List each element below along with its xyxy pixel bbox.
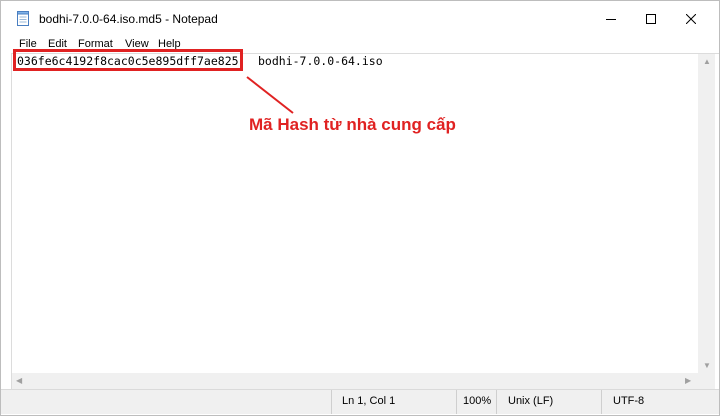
status-encoding-segment: UTF-8 (601, 390, 712, 414)
close-button[interactable] (671, 1, 711, 37)
status-position: Ln 1, Col 1 (342, 395, 396, 407)
title-bar[interactable]: bodhi-7.0.0-64.iso.md5 - Notepad (1, 1, 719, 37)
maximize-button[interactable] (631, 1, 671, 37)
notepad-icon (17, 11, 29, 26)
maximize-icon (646, 14, 656, 24)
file-name: bodhi-7.0.0-64.iso (258, 54, 383, 68)
status-position-segment: Ln 1, Col 1 (331, 390, 457, 414)
text-editor[interactable] (11, 53, 719, 389)
hash-highlight-box (13, 49, 243, 71)
close-icon (686, 14, 696, 24)
horizontal-scrollbar[interactable]: ◀ ▶ (12, 373, 698, 389)
scroll-right-icon[interactable]: ▶ (685, 377, 691, 385)
scroll-down-icon[interactable]: ▼ (703, 362, 711, 370)
annotation-label: Mã Hash từ nhà cung cấp (249, 115, 456, 134)
status-zoom-segment: 100% (456, 390, 497, 414)
status-line-ending-segment: Unix (LF) (496, 390, 602, 414)
minimize-button[interactable] (591, 1, 631, 37)
status-zoom: 100% (463, 395, 492, 407)
scroll-corner (698, 373, 715, 389)
status-line-ending: Unix (LF) (508, 395, 554, 407)
status-bar: Ln 1, Col 1 100% Unix (LF) UTF-8 (1, 389, 719, 414)
minimize-icon (606, 19, 616, 20)
vertical-scrollbar[interactable]: ▲ ▼ (698, 54, 715, 375)
scroll-left-icon[interactable]: ◀ (16, 377, 22, 385)
notepad-window: bodhi-7.0.0-64.iso.md5 - Notepad File Ed… (0, 0, 720, 416)
scroll-up-icon[interactable]: ▲ (703, 58, 711, 66)
window-title: bodhi-7.0.0-64.iso.md5 - Notepad (39, 12, 218, 26)
status-encoding: UTF-8 (613, 395, 645, 407)
